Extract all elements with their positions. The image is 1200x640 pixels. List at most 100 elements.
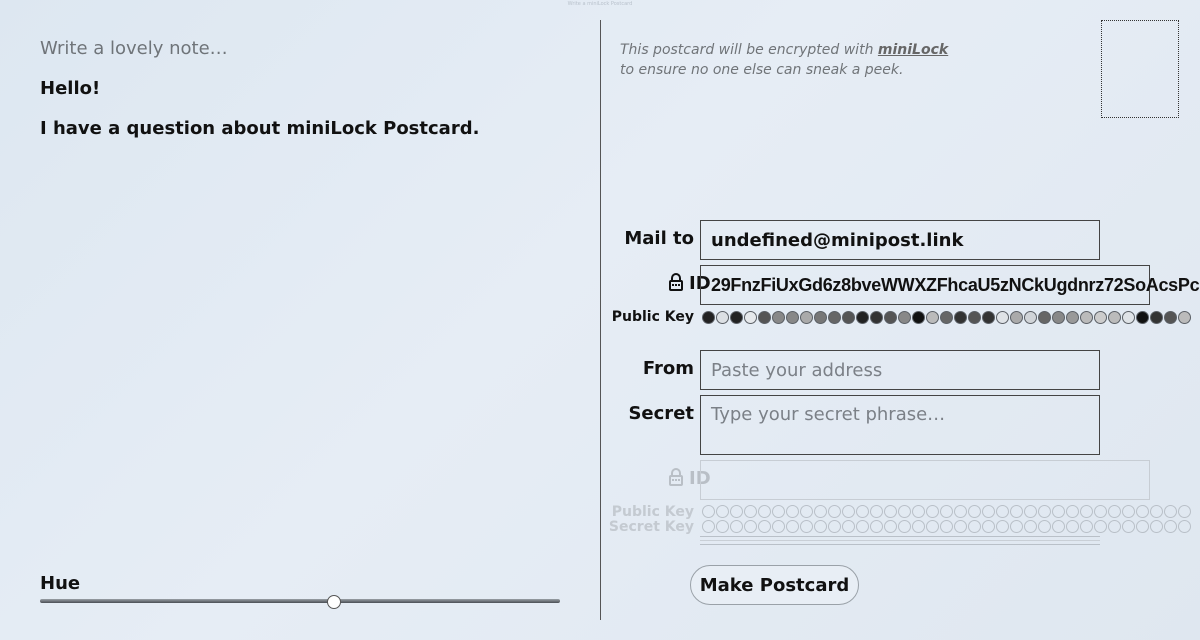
encryption-note-text: to ensure no one else can sneak a peek. <box>620 62 904 78</box>
key-dot <box>828 505 841 518</box>
key-dot <box>996 520 1009 533</box>
sender-id-field <box>700 460 1150 500</box>
secret-label: Secret <box>628 403 694 424</box>
lock-icon <box>669 468 683 486</box>
key-dot <box>1178 520 1191 533</box>
key-dot <box>1094 311 1107 324</box>
key-dot <box>912 505 925 518</box>
key-dot <box>828 520 841 533</box>
key-dot <box>800 505 813 518</box>
key-dot <box>940 311 953 324</box>
key-dot <box>1010 505 1023 518</box>
recipient-id-field[interactable]: 29FnzFiUxGd6z8bveWWXZFhcaU5zNCkUgdnrz72S… <box>700 265 1200 305</box>
key-dot <box>842 505 855 518</box>
key-dot <box>744 520 757 533</box>
window-title: Write a miniLock Postcard <box>567 1 633 7</box>
key-dot <box>982 311 995 324</box>
key-dot <box>1010 520 1023 533</box>
key-dot <box>884 311 897 324</box>
key-dot <box>842 520 855 533</box>
stamp-box <box>1101 20 1179 118</box>
key-dot <box>926 311 939 324</box>
key-dot <box>870 520 883 533</box>
key-dot <box>870 505 883 518</box>
key-dot <box>856 311 869 324</box>
key-dot <box>982 505 995 518</box>
key-dot <box>1150 311 1163 324</box>
secret-key-label: Secret Key <box>608 519 694 535</box>
key-dot <box>940 505 953 518</box>
key-dot <box>772 311 785 324</box>
key-dot <box>1038 520 1051 533</box>
key-dot <box>758 520 771 533</box>
key-dot <box>1080 520 1093 533</box>
key-dot <box>954 505 967 518</box>
hue-slider-track[interactable] <box>40 599 560 603</box>
key-dot <box>912 520 925 533</box>
key-dot <box>1136 311 1149 324</box>
key-dot <box>716 505 729 518</box>
key-dot <box>1108 505 1121 518</box>
from-field[interactable]: Paste your address <box>700 350 1100 390</box>
key-dot <box>702 311 715 324</box>
key-dot <box>772 505 785 518</box>
key-dot <box>1178 505 1191 518</box>
key-dot <box>800 311 813 324</box>
key-dot <box>1094 520 1107 533</box>
secret-field[interactable]: Type your secret phrase… <box>700 395 1100 455</box>
key-dot <box>1122 520 1135 533</box>
key-dot <box>1052 520 1065 533</box>
hue-slider-thumb[interactable] <box>327 595 342 609</box>
key-dot <box>1150 505 1163 518</box>
key-dot <box>758 505 771 518</box>
key-dot <box>1178 311 1191 324</box>
key-dot <box>1066 505 1079 518</box>
note-line[interactable]: Hello! <box>40 78 100 99</box>
note-placeholder[interactable]: Write a lovely note… <box>40 38 228 59</box>
note-line[interactable]: I have a question about miniLock Postcar… <box>40 118 479 139</box>
key-dot <box>716 520 729 533</box>
key-dot <box>856 505 869 518</box>
make-postcard-button[interactable]: Make Postcard <box>690 565 859 605</box>
key-dot <box>814 311 827 324</box>
key-dot <box>884 520 897 533</box>
mail-to-field[interactable]: undefined@minipost.link <box>700 220 1100 260</box>
key-dot <box>744 311 757 324</box>
key-dot <box>954 520 967 533</box>
key-dot <box>786 311 799 324</box>
key-dot <box>1122 311 1135 324</box>
key-dot <box>1136 505 1149 518</box>
key-dot <box>856 520 869 533</box>
key-dot <box>968 520 981 533</box>
key-dot <box>702 520 715 533</box>
key-dot <box>702 505 715 518</box>
recipient-public-key-dots <box>702 311 1191 324</box>
key-dot <box>1094 505 1107 518</box>
encryption-note: This postcard will be encrypted with min… <box>620 40 948 80</box>
key-dot <box>1024 520 1037 533</box>
key-dot <box>1080 505 1093 518</box>
key-dot <box>730 520 743 533</box>
hue-label: Hue <box>40 573 81 594</box>
minilock-link[interactable]: miniLock <box>878 42 948 58</box>
key-dot <box>730 505 743 518</box>
key-dot <box>982 520 995 533</box>
key-dot <box>1136 520 1149 533</box>
key-dot <box>1108 311 1121 324</box>
key-dot <box>1150 520 1163 533</box>
key-dot <box>884 505 897 518</box>
key-dot <box>1080 311 1093 324</box>
key-dot <box>828 311 841 324</box>
key-dot <box>1122 505 1135 518</box>
key-dot <box>1164 505 1177 518</box>
encryption-note-text: This postcard will be encrypted with <box>620 42 878 58</box>
key-dot <box>1164 311 1177 324</box>
lock-icon <box>669 273 683 291</box>
key-dot <box>996 505 1009 518</box>
public-key-label: Public Key <box>611 309 694 325</box>
key-dot <box>912 311 925 324</box>
key-dot <box>1108 520 1121 533</box>
key-dot <box>954 311 967 324</box>
key-dot <box>786 520 799 533</box>
key-dot <box>1052 311 1065 324</box>
